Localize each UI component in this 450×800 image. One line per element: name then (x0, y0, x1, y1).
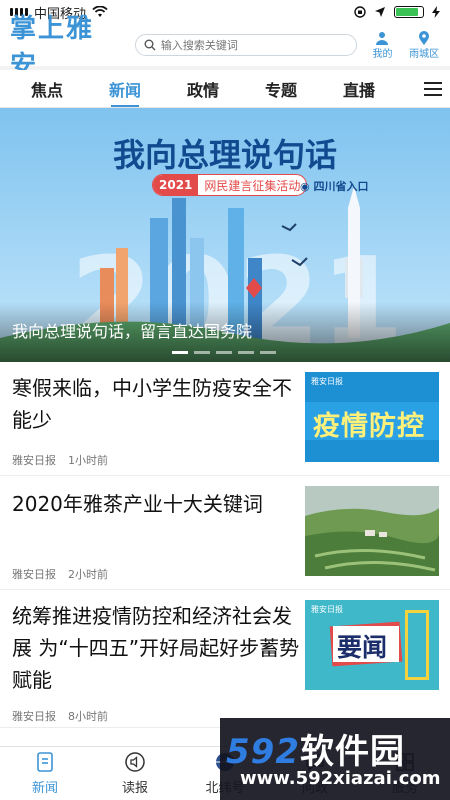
news-item[interactable]: 统筹推进疫情防控和经济社会发展 为“十四五”开好局起好步蓄势赋能 雅安日报 8小… (0, 590, 450, 728)
news-list: 寒假来临，中小学生防疫安全不能少 雅安日报 1小时前 雅安日报 疫情防控 202… (0, 362, 450, 752)
tab-news[interactable]: 新闻 (86, 77, 164, 107)
charging-icon (432, 6, 440, 18)
news-item[interactable]: 2020年雅茶产业十大关键词 雅安日报 2小时前 (0, 476, 450, 590)
location-arrow-icon (375, 7, 385, 17)
carousel-dot[interactable] (260, 351, 276, 354)
banner-location-text: 四川省入口 (313, 180, 369, 193)
thumb-header: 雅安日报 (311, 377, 343, 386)
watermark-number: 592 (226, 732, 300, 772)
watermark-cn: 软件园 (299, 732, 405, 772)
district-label: 雨城区 (409, 48, 440, 60)
watermark: 592软件园 www.592xiazai.com (220, 718, 450, 800)
news-source: 雅安日报 (12, 710, 56, 723)
carousel-indicator (172, 351, 276, 354)
banner-location: ◉ 四川省入口 (300, 178, 368, 194)
news-thumbnail[interactable]: 雅安日报 疫情防控 (305, 372, 439, 462)
banner-carousel[interactable]: 2021 我向总理说句话 2021 网民建言征集活动 ◉ 四川省入口 我向总理说… (0, 108, 450, 362)
bottom-tab-newspaper[interactable]: 读报 (90, 747, 180, 800)
banner-caption[interactable]: 我向总理说句话，留言直达国务院 (12, 318, 252, 342)
watermark-url: www.592xiazai.com (240, 768, 441, 789)
tab-focus[interactable]: 焦点 (8, 77, 86, 101)
profile-label: 我的 (372, 48, 393, 60)
bottom-tab-label: 新闻 (31, 781, 58, 796)
carousel-dot[interactable] (172, 351, 188, 354)
search-icon (144, 39, 156, 51)
news-source: 雅安日报 (12, 568, 56, 581)
news-meta: 雅安日报 1小时前 (12, 452, 108, 468)
tab-politics[interactable]: 政情 (164, 77, 242, 101)
news-item[interactable]: 寒假来临，中小学生防疫安全不能少 雅安日报 1小时前 雅安日报 疫情防控 (0, 362, 450, 476)
news-meta: 雅安日报 8小时前 (12, 708, 108, 724)
banner-year: 2021 (153, 175, 199, 195)
news-time: 8小时前 (68, 710, 108, 723)
news-time: 1小时前 (68, 454, 108, 467)
watermark-brand: 592软件园 (226, 724, 405, 773)
banner-location-pin-icon: ◉ (300, 180, 310, 193)
orientation-lock-icon (354, 6, 366, 18)
banner-title: 我向总理说句话 (112, 136, 337, 174)
news-thumbnail[interactable]: 雅安日报 要闻 (305, 600, 439, 690)
bottom-tab-news[interactable]: 新闻 (0, 747, 90, 800)
search-input[interactable] (160, 38, 341, 52)
carousel-dot[interactable] (238, 351, 254, 354)
user-icon (376, 31, 389, 45)
thumb-text: 疫情防控 (313, 411, 425, 442)
battery-icon (394, 6, 424, 18)
speaker-icon (125, 752, 145, 772)
category-tabs: 焦点 新闻 政情 专题 直播 (0, 70, 450, 108)
app-header: 掌上雅安 我的 雨城区 (0, 14, 450, 81)
menu-icon[interactable] (424, 81, 442, 96)
thumb-text: 要闻 (337, 633, 388, 662)
tab-live[interactable]: 直播 (320, 77, 398, 101)
thumb-header: 雅安日报 (311, 605, 343, 614)
carousel-dot[interactable] (194, 351, 210, 354)
news-thumbnail[interactable] (305, 486, 439, 576)
carousel-dot[interactable] (216, 351, 232, 354)
location-pin-icon (419, 30, 430, 45)
news-icon (37, 752, 53, 772)
district-button[interactable]: 雨城区 (408, 30, 440, 60)
banner-subtitle-text: 网民建言征集活动 (204, 178, 301, 193)
news-title[interactable]: 统筹推进疫情防控和经济社会发展 为“十四五”开好局起好步蓄势赋能 (12, 600, 300, 696)
tea-field-image (305, 486, 439, 576)
news-source: 雅安日报 (12, 454, 56, 467)
news-time: 2小时前 (68, 568, 108, 581)
news-title[interactable]: 寒假来临，中小学生防疫安全不能少 (12, 372, 300, 436)
bottom-tab-label: 读报 (121, 781, 148, 796)
banner-subtitle: 2021 网民建言征集活动 (152, 174, 308, 196)
news-meta: 雅安日报 2小时前 (12, 566, 108, 582)
tab-topics[interactable]: 专题 (242, 77, 320, 101)
profile-button[interactable]: 我的 (367, 31, 399, 60)
news-title[interactable]: 2020年雅茶产业十大关键词 (12, 488, 300, 520)
search-box[interactable] (134, 34, 357, 56)
